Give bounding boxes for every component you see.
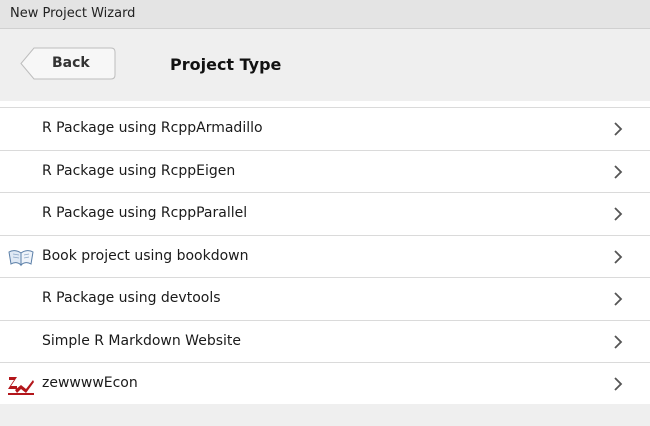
window-titlebar: New Project Wizard — [0, 0, 650, 29]
chevron-right-icon — [614, 335, 623, 349]
list-item-label: R Package using devtools — [42, 290, 221, 306]
back-button[interactable]: Back — [20, 47, 116, 80]
list-item-label: Simple R Markdown Website — [42, 333, 241, 349]
chevron-right-icon — [614, 165, 623, 179]
list-item-label: R Package using RcppEigen — [42, 163, 236, 179]
wizard-header: Back Project Type — [0, 29, 650, 101]
list-item[interactable]: R Package using RcppArmadillo — [0, 107, 650, 150]
chevron-right-icon — [614, 250, 623, 264]
list-item-label: R Package using RcppParallel — [42, 205, 248, 221]
wizard-footer — [0, 404, 650, 426]
chevron-right-icon — [614, 122, 623, 136]
list-item[interactable]: R Package using RcppEigen — [0, 150, 650, 193]
page-title: Project Type — [170, 55, 282, 74]
list-item-label: zewwwwEcon — [42, 375, 138, 391]
chevron-right-icon — [614, 377, 623, 391]
project-type-list: R Package using RcppArmadillo R Package … — [0, 101, 650, 404]
zew-logo-icon — [8, 377, 34, 395]
chevron-right-icon — [614, 207, 623, 221]
open-book-icon — [8, 250, 34, 267]
list-item[interactable]: zewwwwEcon — [0, 362, 650, 404]
chevron-right-icon — [614, 292, 623, 306]
list-item[interactable]: Book project using bookdown — [0, 235, 650, 278]
list-item-label: R Package using RcppArmadillo — [42, 120, 263, 136]
list-item[interactable]: Simple R Markdown Website — [0, 320, 650, 363]
list-item[interactable]: R Package using devtools — [0, 277, 650, 320]
list-item[interactable]: R Package using RcppParallel — [0, 192, 650, 235]
back-button-label: Back — [52, 55, 90, 71]
list-item-label: Book project using bookdown — [42, 248, 249, 264]
window-title: New Project Wizard — [10, 6, 136, 21]
